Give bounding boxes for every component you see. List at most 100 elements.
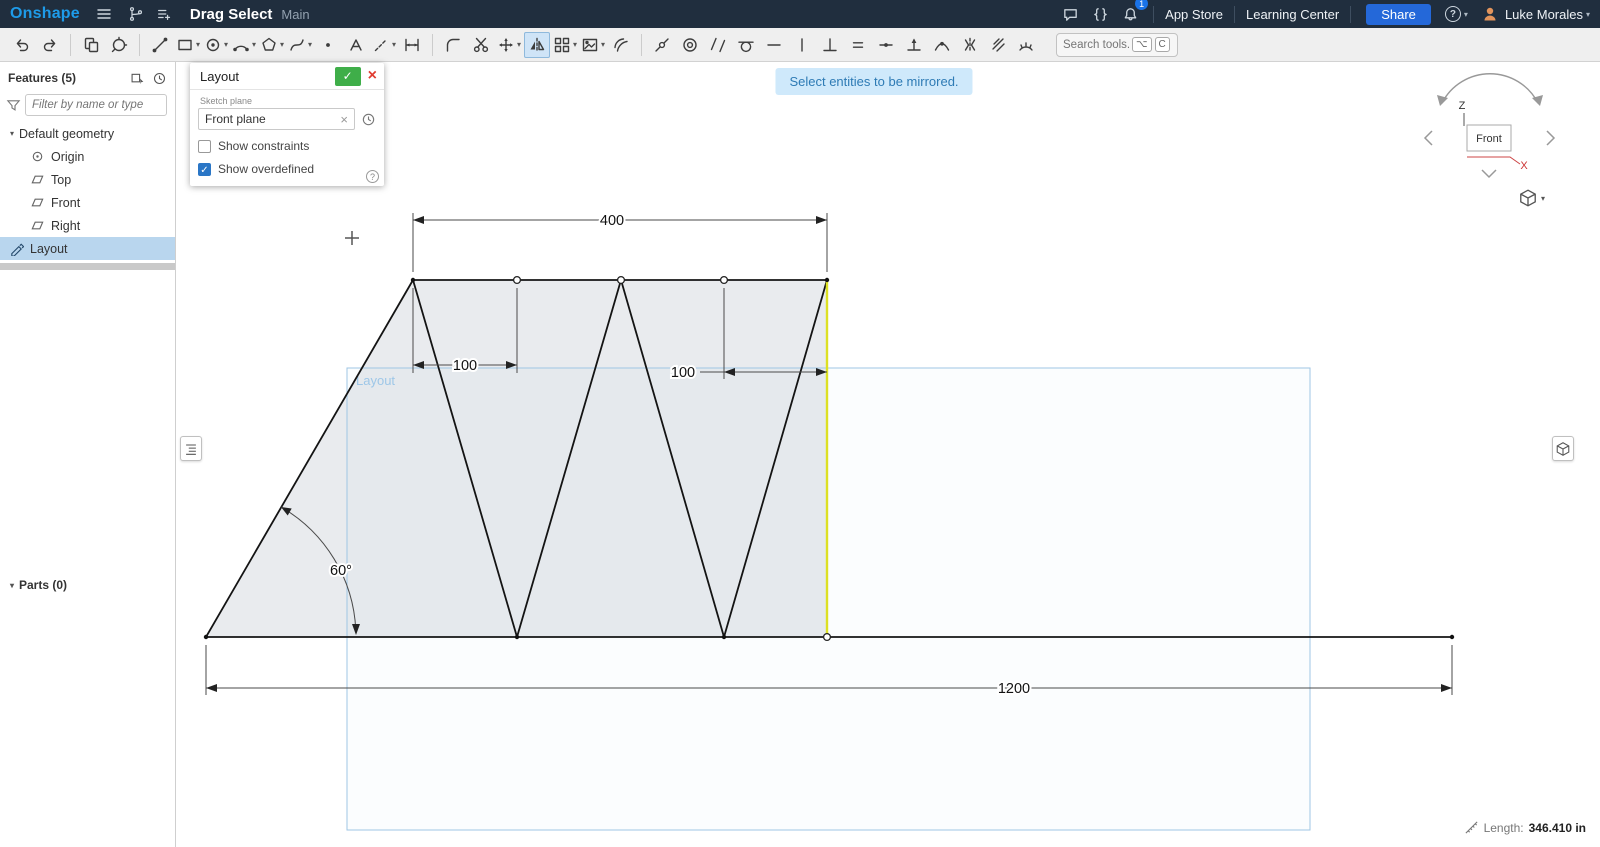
dim-100-right-text[interactable]: 100	[671, 365, 695, 381]
chevron-down-icon[interactable]: ▾	[392, 40, 396, 49]
pattern-constraint-tool[interactable]	[985, 32, 1011, 58]
view-cube-face-label[interactable]: Front	[1476, 133, 1502, 145]
symmetric-constraint-tool[interactable]	[957, 32, 983, 58]
paste-sketch-tool[interactable]	[78, 32, 104, 58]
pierce-constraint-tool[interactable]	[929, 32, 955, 58]
rotate-left-chevron[interactable]	[1425, 131, 1432, 145]
equal-constraint-tool[interactable]	[845, 32, 871, 58]
chevron-down-icon[interactable]: ▾	[308, 40, 312, 49]
clock-icon[interactable]	[361, 112, 376, 127]
show-constraints-row[interactable]: Show constraints	[198, 139, 376, 153]
coincident-constraint-tool[interactable]	[649, 32, 675, 58]
corner-rectangle-tool[interactable]: ▾	[175, 32, 201, 58]
perpendicular-constraint-tool[interactable]	[817, 32, 843, 58]
dimension-tool[interactable]	[399, 32, 425, 58]
tree-item-right-plane[interactable]: Right	[0, 214, 175, 237]
dialog-header[interactable]: Layout ✓ ×	[190, 63, 384, 90]
featurescript-button[interactable]	[1088, 2, 1112, 26]
tree-item-top-plane[interactable]: Top	[0, 168, 175, 191]
mirror-tool[interactable]	[524, 32, 550, 58]
tangent-constraint-tool[interactable]	[733, 32, 759, 58]
share-button[interactable]: Share	[1366, 4, 1431, 25]
chevron-down-icon[interactable]: ▾	[280, 40, 284, 49]
trim-tool[interactable]	[468, 32, 494, 58]
dim-100-left-text[interactable]: 100	[453, 358, 477, 374]
arc-tool[interactable]: ▾	[231, 32, 257, 58]
parts-header[interactable]: ▾ Parts (0)	[0, 574, 175, 596]
chevron-down-icon[interactable]: ▾	[224, 40, 228, 49]
curvature-constraint-tool[interactable]	[1013, 32, 1039, 58]
tree-item-front-plane[interactable]: Front	[0, 191, 175, 214]
help-icon[interactable]: ?	[1445, 6, 1461, 22]
document-title[interactable]: Drag Select	[190, 6, 273, 23]
center-circle-tool[interactable]: ▾	[203, 32, 229, 58]
feature-list-toggle[interactable]	[180, 436, 202, 461]
rotate-arc[interactable]	[1442, 74, 1538, 103]
user-avatar[interactable]	[1481, 5, 1499, 23]
graphics-area[interactable]: Layout 400 100	[176, 62, 1600, 847]
parts-list-toggle[interactable]	[1552, 436, 1574, 461]
dim-angle-text[interactable]: 60°	[330, 563, 352, 579]
redo-tool[interactable]	[37, 32, 63, 58]
spline-tool[interactable]: ▾	[287, 32, 313, 58]
select-window-icon[interactable]	[130, 71, 145, 86]
parallel-constraint-tool[interactable]	[705, 32, 731, 58]
sketch-plane-field[interactable]: Front plane ×	[198, 108, 355, 130]
expander-chevron-icon[interactable]: ▾	[5, 581, 19, 590]
horizontal-constraint-tool[interactable]	[761, 32, 787, 58]
feature-filter-input[interactable]	[25, 94, 167, 116]
vertical-constraint-tool[interactable]	[789, 32, 815, 58]
midpoint-constraint-tool[interactable]	[873, 32, 899, 58]
rotate-right-chevron[interactable]	[1547, 131, 1554, 145]
sketch-name-label[interactable]: Layout	[356, 373, 395, 388]
onshape-logo[interactable]: Onshape	[10, 5, 80, 23]
dim-1200-text[interactable]: 1200	[998, 681, 1030, 697]
accept-button[interactable]: ✓	[335, 67, 361, 86]
show-overdefined-row[interactable]: ✓ Show overdefined	[198, 162, 376, 176]
versions-button[interactable]	[124, 2, 148, 26]
clear-selection-icon[interactable]: ×	[340, 112, 348, 127]
tree-item-origin[interactable]: Origin	[0, 145, 175, 168]
chevron-down-icon[interactable]: ▾	[573, 40, 577, 49]
learning-center-link[interactable]: Learning Center	[1246, 7, 1339, 22]
sketch-svg[interactable]: Layout 400 100	[176, 62, 1600, 847]
app-store-link[interactable]: App Store	[1165, 7, 1223, 22]
show-overdefined-checkbox[interactable]: ✓	[198, 163, 211, 176]
polygon-tool[interactable]: ▾	[259, 32, 285, 58]
use-project-tool[interactable]	[106, 32, 132, 58]
search-tools-input[interactable]	[1063, 39, 1129, 51]
rollback-bar[interactable]	[0, 263, 175, 270]
view-options-button[interactable]: ▾	[1518, 188, 1545, 208]
construction-tool[interactable]: ▾	[371, 32, 397, 58]
tree-item-layout-sketch[interactable]: Layout	[0, 237, 175, 260]
show-constraints-checkbox[interactable]	[198, 140, 211, 153]
rotate-down-chevron[interactable]	[1482, 170, 1496, 177]
filter-funnel-icon[interactable]	[6, 98, 21, 113]
user-name[interactable]: Luke Morales	[1505, 7, 1583, 22]
cancel-button[interactable]: ×	[368, 68, 377, 84]
comments-button[interactable]	[1058, 2, 1082, 26]
insert-image-tool[interactable]: ▾	[580, 32, 606, 58]
main-menu-button[interactable]	[92, 2, 116, 26]
chevron-down-icon[interactable]: ▾	[196, 40, 200, 49]
dialog-help-icon[interactable]: ?	[366, 170, 379, 183]
normal-constraint-tool[interactable]	[901, 32, 927, 58]
line-tool[interactable]	[147, 32, 173, 58]
chevron-down-icon[interactable]: ▾	[517, 40, 521, 49]
insert-new-tab-button[interactable]	[152, 2, 176, 26]
expander-chevron-icon[interactable]: ▾	[5, 129, 19, 138]
help-caret-icon[interactable]: ▾	[1464, 10, 1468, 19]
tree-item-default-geometry[interactable]: ▾ Default geometry	[0, 122, 175, 145]
workspace-name[interactable]: Main	[281, 7, 309, 22]
chevron-down-icon[interactable]: ▾	[601, 40, 605, 49]
text-tool[interactable]	[343, 32, 369, 58]
fillet-tool[interactable]	[440, 32, 466, 58]
search-tools-box[interactable]: ⌥ C	[1056, 33, 1178, 57]
chevron-down-icon[interactable]: ▾	[252, 40, 256, 49]
dim-400-text[interactable]: 400	[600, 213, 624, 229]
history-clock-icon[interactable]	[152, 71, 167, 86]
transform-tool[interactable]: ▾	[496, 32, 522, 58]
concentric-constraint-tool[interactable]	[677, 32, 703, 58]
point-tool[interactable]	[315, 32, 341, 58]
offset-tool[interactable]	[608, 32, 634, 58]
